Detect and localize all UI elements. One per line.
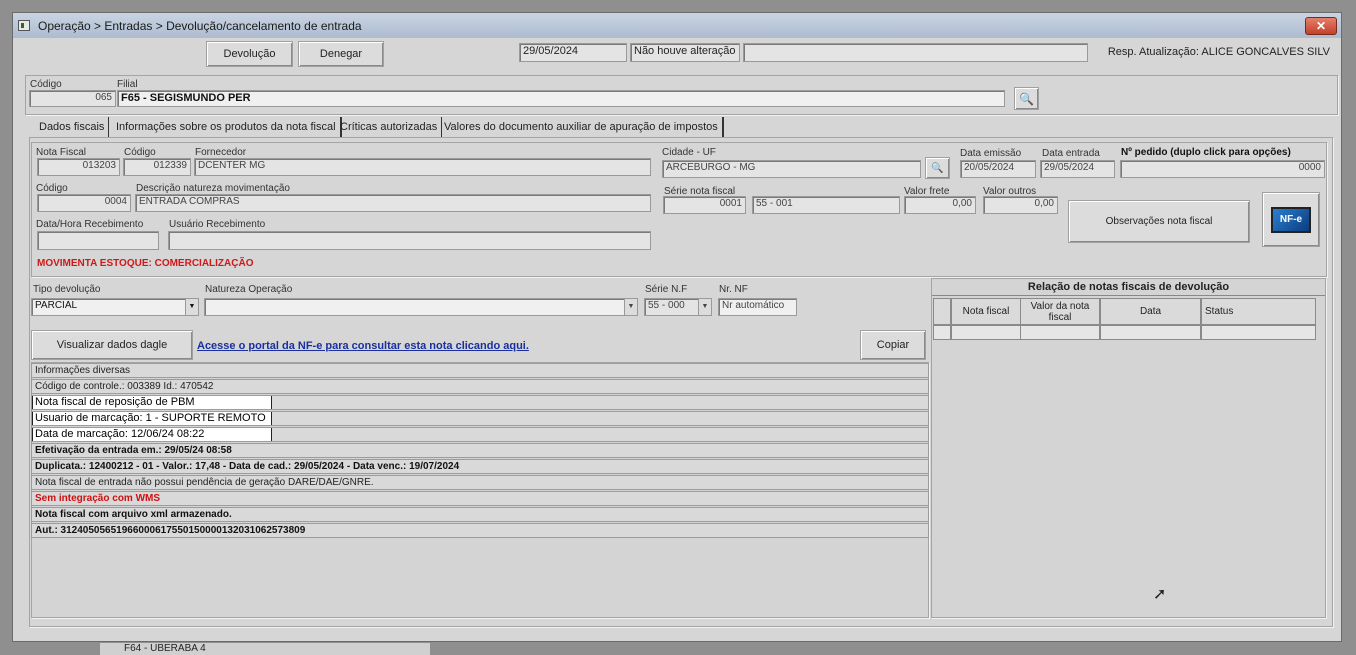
table-cell[interactable] bbox=[951, 325, 1021, 340]
nfe-monitor-icon: NF-e bbox=[1271, 206, 1311, 233]
nota-field: 013203 bbox=[37, 158, 120, 176]
serie-field: 55 - 001 bbox=[752, 196, 900, 214]
tipo-devolucao-select[interactable]: PARCIAL ▼ bbox=[31, 298, 199, 316]
serie-code-field: 0001 bbox=[663, 196, 746, 214]
copiar-button[interactable]: Copiar bbox=[860, 330, 926, 360]
tab-dados-fiscais[interactable]: Dados fiscais bbox=[35, 117, 110, 137]
info-row[interactable]: Nota fiscal de reposição de PBM bbox=[31, 395, 929, 410]
emissao-field: 20/05/2024 bbox=[960, 160, 1036, 178]
nfe-portal-link[interactable]: Acesse o portal da NF-e para consultar e… bbox=[197, 340, 529, 352]
cidade-search-button[interactable]: 🔍 bbox=[925, 157, 950, 179]
frete-field: 0,00 bbox=[904, 196, 976, 214]
search-icon: 🔍 bbox=[931, 162, 944, 174]
codigo2-field: 0004 bbox=[37, 194, 131, 212]
tab-produtos[interactable]: Informações sobre os produtos da nota fi… bbox=[112, 117, 342, 137]
codigo-field[interactable]: 065 bbox=[29, 90, 116, 107]
outros-field: 0,00 bbox=[983, 196, 1058, 214]
search-icon: 🔍 bbox=[1019, 91, 1034, 106]
devolucao-button[interactable]: Devolução bbox=[206, 41, 293, 67]
nr-nf-label: Nr. NF bbox=[719, 284, 748, 295]
data-receb-label: Data/Hora Recebimento bbox=[36, 219, 144, 230]
nr-nf-field[interactable]: Nr automático bbox=[718, 298, 797, 316]
info-row[interactable]: Nota fiscal de entrada não possui pendên… bbox=[31, 475, 929, 490]
codigo-label: Código bbox=[30, 79, 62, 90]
descricao-field: ENTRADA COMPRAS bbox=[135, 194, 651, 212]
nota-label: Nota Fiscal bbox=[36, 147, 87, 158]
window-title: Operação > Entradas > Devolução/cancelam… bbox=[38, 19, 362, 33]
tab-criticas[interactable]: Críticas autorizadas bbox=[336, 117, 443, 137]
chevron-down-icon: ▼ bbox=[185, 299, 198, 315]
pedido-label: Nº pedido (duplo click para opções) bbox=[1121, 147, 1291, 158]
fornecedor-field: DCENTER MG bbox=[194, 158, 651, 176]
nfe-button[interactable]: NF-e bbox=[1262, 192, 1320, 247]
filial-field[interactable]: F65 - SEGISMUNDO PER bbox=[117, 90, 1005, 107]
info-row[interactable]: Informações diversas bbox=[31, 363, 929, 378]
info-row-highlight: Data de marcação: 12/06/24 08:22 bbox=[32, 428, 272, 441]
visualizar-dagle-button[interactable]: Visualizar dados dagle bbox=[31, 330, 193, 360]
resp-text: Resp. Atualização: ALICE GONCALVES SILV bbox=[1107, 46, 1330, 58]
chevron-down-icon: ▼ bbox=[624, 299, 637, 315]
usuario-receb-label: Usuário Recebimento bbox=[169, 219, 266, 230]
info-row[interactable]: Efetivação da entrada em.: 29/05/24 08:5… bbox=[31, 443, 929, 458]
chevron-down-icon: ▼ bbox=[698, 299, 711, 315]
serie-nf-select[interactable]: 55 - 000 ▼ bbox=[644, 298, 712, 316]
info-row[interactable]: Sem integração com WMS bbox=[31, 491, 929, 506]
cidade-field: ARCEBURGO - MG bbox=[662, 160, 921, 178]
tipo-devolucao-value: PARCIAL bbox=[35, 300, 78, 311]
filial-search-button[interactable]: 🔍 bbox=[1014, 87, 1039, 110]
table-cell[interactable] bbox=[1100, 325, 1201, 340]
info-row[interactable]: Aut.: 3124050565196600061755015000013203… bbox=[31, 523, 929, 538]
blank-field bbox=[743, 43, 1088, 62]
table-cell[interactable] bbox=[1020, 325, 1100, 340]
column-header-valor[interactable]: Valor da nota fiscal bbox=[1020, 298, 1100, 325]
info-row[interactable]: Data de marcação: 12/06/24 08:22 bbox=[31, 427, 929, 442]
fornecedor-label: Fornecedor bbox=[195, 147, 247, 158]
info-row[interactable]: Usuario de marcação: 1 - SUPORTE REMOTO bbox=[31, 411, 929, 426]
natureza-label: Natureza Operação bbox=[205, 284, 293, 295]
info-row[interactable]: Duplicata.: 12400212 - 01 - Valor.: 17,4… bbox=[31, 459, 929, 474]
entrada-field: 29/05/2024 bbox=[1040, 160, 1115, 178]
codigo2-label: Código bbox=[36, 183, 68, 194]
info-row-highlight: Usuario de marcação: 1 - SUPORTE REMOTO bbox=[32, 412, 272, 425]
descricao-label: Descrição natureza movimentação bbox=[136, 183, 290, 194]
data-receb-field bbox=[37, 231, 159, 250]
codigo-forn-label: Código bbox=[124, 147, 156, 158]
entrada-label: Data entrada bbox=[1042, 148, 1100, 159]
filial-label: Filial bbox=[117, 79, 138, 90]
date-field: 29/05/2024 bbox=[519, 43, 627, 62]
column-header-data[interactable]: Data bbox=[1100, 298, 1201, 325]
emissao-label: Data emissão bbox=[960, 148, 1022, 159]
info-row[interactable]: Código de controle.: 003389 Id.: 470542 bbox=[31, 379, 929, 394]
pedido-field[interactable]: 0000 bbox=[1120, 160, 1325, 178]
background-row: F64 - UBERABA 4 bbox=[100, 643, 430, 655]
mouse-cursor-icon: ➚ bbox=[1153, 586, 1167, 603]
column-header-status[interactable]: Status bbox=[1201, 298, 1316, 325]
observacoes-button[interactable]: Observações nota fiscal bbox=[1068, 200, 1250, 243]
usuario-receb-field bbox=[168, 231, 651, 250]
serie-nf-label: Série N.F bbox=[645, 284, 688, 295]
status-field: Não houve alteração bbox=[630, 43, 740, 62]
app-icon bbox=[18, 20, 30, 31]
row-header-corner bbox=[933, 298, 951, 325]
column-header-nota[interactable]: Nota fiscal bbox=[951, 298, 1021, 325]
tab-valores[interactable]: Valores do documento auxiliar de apuraçã… bbox=[440, 117, 724, 137]
serie-nf-value: 55 - 000 bbox=[648, 300, 685, 311]
table-cell[interactable] bbox=[1201, 325, 1316, 340]
denegar-button[interactable]: Denegar bbox=[298, 41, 384, 67]
tipo-devolucao-label: Tipo devolução bbox=[33, 284, 101, 295]
relacao-title: Relação de notas fiscais de devolução bbox=[932, 279, 1325, 296]
info-row-highlight: Nota fiscal de reposição de PBM bbox=[32, 396, 272, 409]
codigo-forn-field: 012339 bbox=[123, 158, 191, 176]
close-button[interactable]: ✕ bbox=[1305, 17, 1337, 35]
cidade-label: Cidade - UF bbox=[662, 147, 716, 158]
table-row-header[interactable] bbox=[933, 325, 951, 340]
info-row[interactable]: Nota fiscal com arquivo xml armazenado. bbox=[31, 507, 929, 522]
background-filial-text: F64 - UBERABA 4 bbox=[124, 643, 206, 654]
natureza-select[interactable]: ▼ bbox=[204, 298, 638, 316]
movimenta-estoque: MOVIMENTA ESTOQUE: COMERCIALIZAÇÃO bbox=[37, 258, 254, 269]
